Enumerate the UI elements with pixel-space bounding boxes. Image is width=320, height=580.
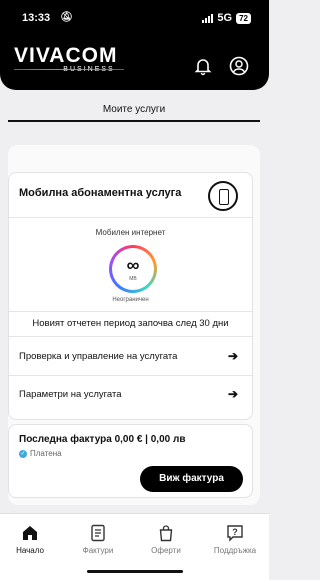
last-invoice-title: Последна фактура 0,00 € | 0,00 лв xyxy=(19,434,186,445)
tab-my-services[interactable]: Моите услуги xyxy=(8,100,260,122)
unit-label: MB xyxy=(129,276,137,282)
manage-service-link[interactable]: Проверка и управление на услугата ➔ xyxy=(19,349,238,365)
nav-home[interactable]: Начало xyxy=(0,524,60,555)
internet-label: Мобилен интернет xyxy=(95,228,166,237)
home-icon xyxy=(23,526,37,540)
mute-icon: 🔕︎ xyxy=(60,12,73,23)
network-type: 5G xyxy=(217,12,233,24)
signal-icon xyxy=(202,13,214,23)
check-icon: ✓ xyxy=(19,449,27,458)
arrow-right-icon: ➔ xyxy=(227,349,238,363)
service-title: Мобилна абонаментна услуга xyxy=(19,187,182,199)
phone-icon xyxy=(208,181,238,211)
bag-icon xyxy=(159,525,173,542)
invoice-status: ✓ Платена xyxy=(19,449,62,458)
service-params-link[interactable]: Параметри на услугата ➔ xyxy=(19,387,238,403)
nav-support-label: Поддръжка xyxy=(213,546,257,555)
app-header: 13:33 🔕︎ 5G 72 VIVACOM BUSINESS xyxy=(0,0,269,90)
service-card: Мобилна абонаментна услуга Мобилен интер… xyxy=(8,172,253,420)
unlimited-label: Неограничен xyxy=(112,297,149,303)
manage-service-label: Проверка и управление на услугата xyxy=(19,351,178,362)
divider xyxy=(9,311,252,312)
arrow-right-icon: ➔ xyxy=(227,387,238,401)
battery-icon: 72 xyxy=(236,12,251,24)
divider xyxy=(9,217,252,218)
logo-gradient-line xyxy=(14,69,124,70)
divider xyxy=(9,375,252,376)
status-time: 13:33 xyxy=(22,12,51,24)
infinity-icon: ∞ xyxy=(126,255,140,275)
user-icon[interactable] xyxy=(229,56,249,76)
nav-invoices-label: Фактури xyxy=(82,546,114,555)
divider xyxy=(9,336,252,337)
status-bar: 13:33 🔕︎ 5G 72 xyxy=(22,12,251,26)
data-usage-ring: ∞ MB xyxy=(109,245,157,293)
svg-text:?: ? xyxy=(232,527,238,537)
billing-period-text: Новият отчетен период започва след 30 дн… xyxy=(32,318,229,329)
help-icon: ? xyxy=(227,525,243,542)
home-indicator xyxy=(87,570,183,573)
invoice-status-label: Платена xyxy=(30,449,62,458)
nav-home-label: Начало xyxy=(16,546,44,555)
nav-offers-label: Оферти xyxy=(151,546,181,555)
status-indicators: 5G 72 xyxy=(202,12,251,24)
nav-offers[interactable]: Оферти xyxy=(136,524,196,555)
bell-icon[interactable] xyxy=(193,56,213,76)
document-icon xyxy=(91,524,105,542)
nav-invoices[interactable]: Фактури xyxy=(68,524,128,555)
invoice-card: Последна фактура 0,00 € | 0,00 лв ✓ Плат… xyxy=(8,424,253,498)
service-params-label: Параметри на услугата xyxy=(19,389,122,400)
logo-name: VIVACOM xyxy=(14,44,118,67)
view-invoice-button[interactable]: Виж фактура xyxy=(140,466,243,492)
nav-support[interactable]: ? Поддръжка xyxy=(205,524,265,555)
